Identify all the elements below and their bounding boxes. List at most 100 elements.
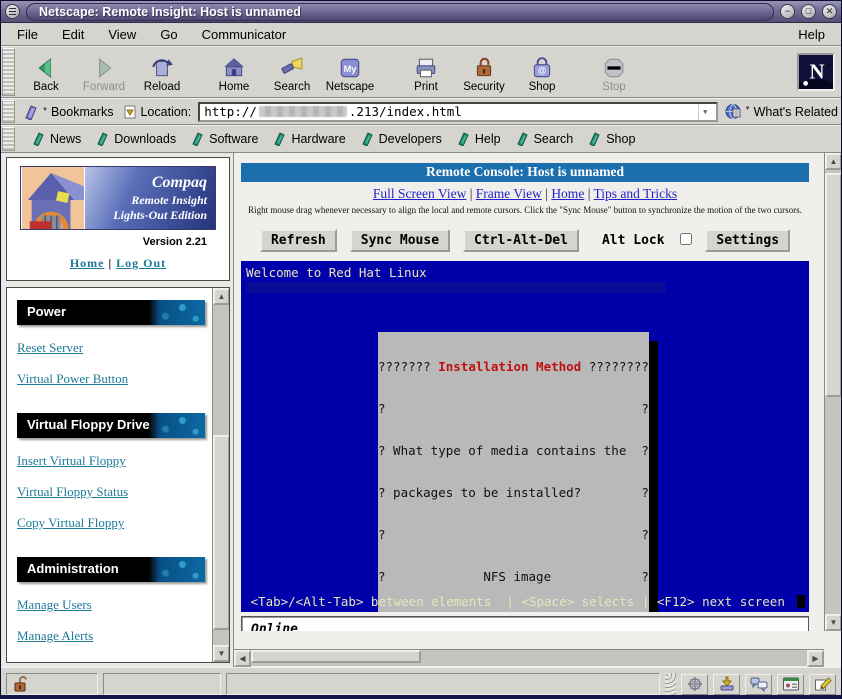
main-scrollbar-vertical[interactable]: ▲ ▼ <box>824 153 841 631</box>
full-screen-view-link[interactable]: Full Screen View <box>373 186 466 201</box>
console-welcome-text: Welcome to Red Hat Linux <box>241 261 809 280</box>
sidebar-home-link[interactable]: Home <box>70 256 105 270</box>
ptb-downloads[interactable]: Downloads <box>97 132 176 146</box>
whats-related-button[interactable]: ▼ What's Related <box>722 103 841 120</box>
unlocked-padlock-icon[interactable] <box>12 675 29 693</box>
main-scroll-left-icon[interactable]: ◀ <box>234 650 251 667</box>
component-bar-grip[interactable] <box>665 673 676 695</box>
ptb-hardware[interactable]: Hardware <box>274 132 345 146</box>
ctrl-alt-del-button[interactable]: Ctrl-Alt-Del <box>463 229 579 252</box>
url-prefix: http:// <box>204 104 257 119</box>
sidebar-item-network-settings[interactable]: Network Settings <box>17 659 206 662</box>
sidebar-item-virtual-power-button[interactable]: Virtual Power Button <box>17 371 206 387</box>
sidebar-item-insert-virtual-floppy[interactable]: Insert Virtual Floppy <box>17 453 206 469</box>
url-dropdown-icon[interactable]: ▼ <box>698 104 712 120</box>
settings-button[interactable]: Settings <box>705 229 790 252</box>
bookmark-ribbon-icon <box>192 132 205 146</box>
tips-and-tricks-link[interactable]: Tips and Tricks <box>594 186 678 201</box>
compaq-logo: Compaq Remote Insight Lights-Out Edition <box>20 166 216 230</box>
maximize-button[interactable]: □ <box>801 4 816 19</box>
sidebar-scrollbar[interactable]: ▲ ▼ <box>212 288 229 662</box>
logo-line-lights-out: Lights-Out Edition <box>85 208 207 223</box>
addressbook-component-button[interactable] <box>777 674 804 695</box>
main-scroll-right-icon[interactable]: ▶ <box>807 650 824 667</box>
menu-file[interactable]: File <box>17 27 38 42</box>
refresh-button[interactable]: Refresh <box>260 229 337 252</box>
shop-button[interactable]: @ Shop <box>513 49 571 95</box>
minimize-button[interactable]: − <box>780 4 795 19</box>
status-bar <box>1 667 841 699</box>
netscape-n-icon: N <box>799 55 833 89</box>
sidebar-item-reset-server[interactable]: Reset Server <box>17 340 206 356</box>
main-scroll-up-icon[interactable]: ▲ <box>825 153 842 170</box>
status-message-segment <box>226 673 660 695</box>
navigator-component-button[interactable] <box>681 674 708 695</box>
logo-line-remote-insight: Remote Insight <box>85 193 207 208</box>
search-button[interactable]: Search <box>263 49 321 95</box>
sidebar-scroll-thumb[interactable] <box>213 435 230 630</box>
netscape-window: Netscape: Remote Insight: Host is unname… <box>0 0 842 699</box>
home-link[interactable]: Home <box>551 186 584 201</box>
ptb-shop[interactable]: Shop <box>589 132 635 146</box>
stop-button[interactable]: Stop <box>585 49 643 95</box>
alt-lock-checkbox[interactable] <box>680 233 692 245</box>
sidebar-item-virtual-floppy-status[interactable]: Virtual Floppy Status <box>17 484 206 500</box>
bookmarks-button[interactable]: ▼ Bookmarks <box>21 104 116 120</box>
print-button[interactable]: Print <box>397 49 455 95</box>
ptb-software[interactable]: Software <box>192 132 258 146</box>
location-label-group: Location: <box>120 104 194 120</box>
reload-button[interactable]: Reload <box>133 49 191 95</box>
netscape-logo[interactable]: N <box>797 53 835 91</box>
location-grip[interactable] <box>2 100 15 123</box>
menu-help[interactable]: Help <box>798 27 825 42</box>
netscape-button[interactable]: My Netscape <box>321 49 379 95</box>
main-scrollbar-horizontal[interactable]: ◀ ▶ <box>234 649 824 666</box>
sidebar-item-manage-alerts[interactable]: Manage Alerts <box>17 628 206 644</box>
main-hscroll-track[interactable] <box>251 650 807 666</box>
sidebar-scroll-track[interactable] <box>213 305 229 645</box>
svg-text:N: N <box>809 61 824 84</box>
ptb-developers[interactable]: Developers <box>362 132 442 146</box>
remote-console-screen[interactable]: Welcome to Red Hat Linux ??????? Install… <box>241 261 809 612</box>
main-vscroll-track[interactable] <box>825 170 841 614</box>
menu-view[interactable]: View <box>108 27 136 42</box>
dialog-title-row: ??????? Installation Method ???????? <box>378 360 649 374</box>
security-button[interactable]: Security <box>455 49 513 95</box>
sidebar-item-manage-users[interactable]: Manage Users <box>17 597 206 613</box>
sync-mouse-button[interactable]: Sync Mouse <box>350 229 450 252</box>
sidebar-scroll-up-icon[interactable]: ▲ <box>213 288 230 305</box>
frame-view-link[interactable]: Frame View <box>476 186 542 201</box>
ptb-developers-label: Developers <box>379 132 442 146</box>
link-separator: | <box>108 256 112 270</box>
search-label: Search <box>274 81 310 93</box>
option-nfs-image[interactable]: ? NFS image ? <box>378 570 649 584</box>
logout-link[interactable]: Log Out <box>116 256 166 270</box>
personal-grip[interactable] <box>2 127 15 151</box>
dialog-question-line-1: ? What type of media contains the ? <box>378 444 649 458</box>
menu-communicator[interactable]: Communicator <box>202 27 287 42</box>
home-label: Home <box>219 81 250 93</box>
main-frame-content: Remote Console: Host is unnamed Full Scr… <box>234 153 824 631</box>
close-button[interactable]: ✕ <box>822 4 837 19</box>
ptb-hardware-label: Hardware <box>291 132 345 146</box>
sidebar-scroll-down-icon[interactable]: ▼ <box>213 645 230 662</box>
back-button[interactable]: Back <box>17 49 75 95</box>
window-menu-button[interactable] <box>5 4 20 19</box>
home-button[interactable]: Home <box>205 49 263 95</box>
ptb-search[interactable]: Search <box>517 132 574 146</box>
composer-component-button[interactable] <box>809 674 836 695</box>
location-input[interactable]: http://.213/index.html ▼ <box>198 102 717 122</box>
ptb-help[interactable]: Help <box>458 132 501 146</box>
ptb-news[interactable]: News <box>33 132 81 146</box>
menu-go[interactable]: Go <box>160 27 177 42</box>
discussions-component-button[interactable] <box>745 674 772 695</box>
menu-edit[interactable]: Edit <box>62 27 84 42</box>
toolbar-grip[interactable] <box>2 48 15 96</box>
stop-label: Stop <box>602 81 626 93</box>
main-hscroll-thumb[interactable] <box>251 650 421 663</box>
sidebar-item-copy-virtual-floppy[interactable]: Copy Virtual Floppy <box>17 515 206 531</box>
main-scroll-down-icon[interactable]: ▼ <box>825 614 842 631</box>
mailbox-component-button[interactable] <box>713 674 740 695</box>
forward-button[interactable]: Forward <box>75 49 133 95</box>
main-vscroll-thumb[interactable] <box>825 173 842 397</box>
